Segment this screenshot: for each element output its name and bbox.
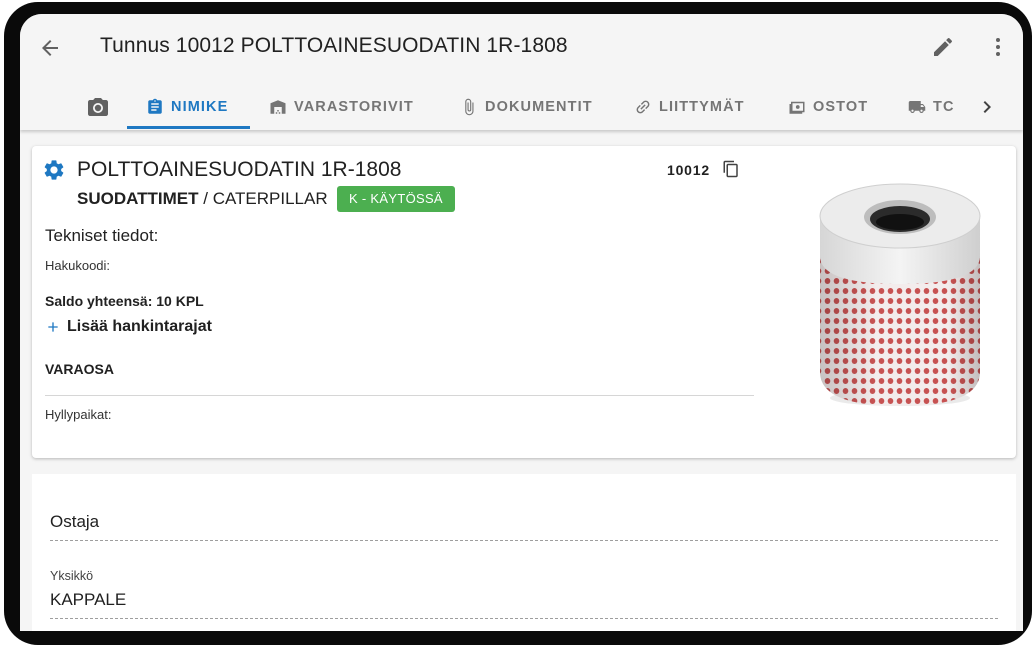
tab-dokumentit-label: DOKUMENTIT <box>485 99 593 115</box>
item-card: POLTTOAINESUODATIN 1R-1808 10012 SUODATT… <box>32 146 1016 458</box>
status-badge: K - KÄYTÖSSÄ <box>337 186 455 212</box>
tab-nimike-label: NIMIKE <box>171 99 229 115</box>
stock-balance: Saldo yhteensä: 10 KPL <box>45 293 204 309</box>
buyer-field-underline <box>50 540 998 541</box>
category-separator: / <box>198 189 213 208</box>
divider <box>45 395 754 396</box>
more-vert-icon[interactable] <box>986 35 1010 59</box>
item-manufacturer: CATERPILLAR <box>212 189 328 208</box>
tab-ostot-label: OSTOT <box>813 99 869 115</box>
clipboard-icon <box>148 98 162 114</box>
shelf-locations-label: Hyllypaikat: <box>45 407 112 422</box>
tab-bar: NIMIKE VARASTORIVIT DOKUMENTIT LIITTYMÄT… <box>20 84 960 130</box>
warehouse-icon <box>270 100 286 114</box>
search-code-label: Hakukoodi: <box>45 258 111 273</box>
device-frame: Tunnus 10012 POLTTOAINESUODATIN 1R-1808 <box>4 2 1032 645</box>
tab-varastorivit-label: VARASTORIVIT <box>294 99 414 115</box>
active-tab-indicator <box>127 126 250 129</box>
app-bar: Tunnus 10012 POLTTOAINESUODATIN 1R-1808 <box>20 14 1023 130</box>
item-name: POLTTOAINESUODATIN 1R-1808 <box>77 158 402 181</box>
copy-icon[interactable] <box>722 160 740 178</box>
tab-varastorivit[interactable]: VARASTORIVIT <box>269 84 414 130</box>
app-screen: Tunnus 10012 POLTTOAINESUODATIN 1R-1808 <box>20 14 1023 631</box>
item-category: SUODATTIMET <box>77 189 199 208</box>
money-icon <box>789 101 805 114</box>
plus-icon <box>48 322 58 332</box>
buyer-field[interactable]: Ostaja <box>50 512 99 532</box>
item-code: 10012 <box>667 162 710 178</box>
paperclip-icon <box>465 98 474 116</box>
unit-field[interactable]: KAPPALE <box>50 590 126 610</box>
tab-nimike[interactable]: NIMIKE <box>146 84 228 130</box>
add-procurement-limits-button[interactable]: Lisää hankintarajat <box>45 318 212 336</box>
purchase-info-form: Ostaja Yksikkö KAPPALE <box>32 474 1016 631</box>
chevron-right-icon[interactable] <box>975 95 999 119</box>
tab-photos[interactable] <box>86 84 117 130</box>
add-procurement-limits-label: Lisää hankintarajat <box>67 318 212 335</box>
gear-icon <box>44 160 64 180</box>
back-arrow-icon[interactable] <box>38 36 62 60</box>
unit-field-underline <box>50 618 998 619</box>
tab-liittymat[interactable]: LIITTYMÄT <box>634 84 745 130</box>
truck-icon <box>908 101 926 113</box>
item-type: VARAOSA <box>45 361 114 377</box>
tab-ostot[interactable]: OSTOT <box>788 84 868 130</box>
unit-field-label: Yksikkö <box>50 569 94 583</box>
page-title: Tunnus 10012 POLTTOAINESUODATIN 1R-1808 <box>100 34 568 57</box>
camera-icon <box>88 98 108 116</box>
product-image <box>819 183 981 406</box>
link-icon <box>636 100 650 114</box>
item-category-line: SUODATTIMET / CATERPILLAR <box>77 189 328 209</box>
tab-liittymat-label: LIITTYMÄT <box>659 99 745 115</box>
technical-info-heading: Tekniset tiedot: <box>45 226 159 245</box>
tab-dokumentit[interactable]: DOKUMENTIT <box>460 84 593 130</box>
edit-pencil-icon[interactable] <box>931 35 955 59</box>
tab-tc-label: TC <box>933 99 955 115</box>
tab-tc[interactable]: TC <box>908 84 955 130</box>
